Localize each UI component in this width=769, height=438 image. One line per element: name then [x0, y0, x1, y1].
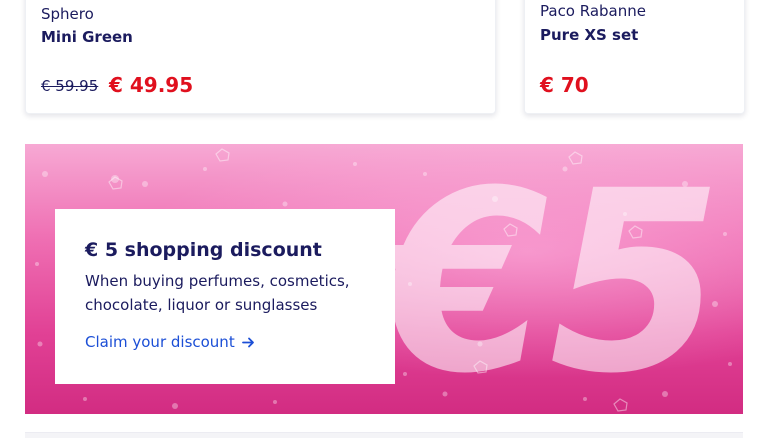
next-section-edge [25, 432, 743, 438]
product-brand: Sphero [41, 5, 94, 23]
product-price: € 49.95 [109, 73, 194, 97]
product-card[interactable]: Sphero Mini Green € 59.95 € 49.95 [25, 0, 496, 114]
product-price: € 70 [540, 73, 589, 97]
product-name[interactable]: Mini Green [41, 28, 133, 46]
promo-description: When buying perfumes, cosmetics, chocola… [85, 272, 350, 314]
promo-title: € 5 shopping discount [85, 239, 322, 261]
page: Sphero Mini Green € 59.95 € 49.95 Paco R… [0, 0, 769, 438]
promo-card: € 5 shopping discount When buying perfum… [55, 209, 395, 384]
promo-card-pointer [362, 244, 372, 268]
product-card[interactable]: Paco Rabanne Pure XS set € 70 [524, 0, 745, 114]
promo-banner[interactable]: €5 € 5 shopping discount When buying per… [25, 144, 743, 414]
arrow-right-icon [241, 337, 254, 347]
claim-discount-label: Claim your discount [85, 333, 235, 351]
euro-five-graphic: €5 [364, 144, 723, 414]
product-name[interactable]: Pure XS set [540, 26, 638, 44]
product-old-price: € 59.95 [41, 77, 99, 95]
product-brand: Paco Rabanne [540, 2, 646, 20]
claim-discount-link[interactable]: Claim your discount [85, 333, 255, 351]
